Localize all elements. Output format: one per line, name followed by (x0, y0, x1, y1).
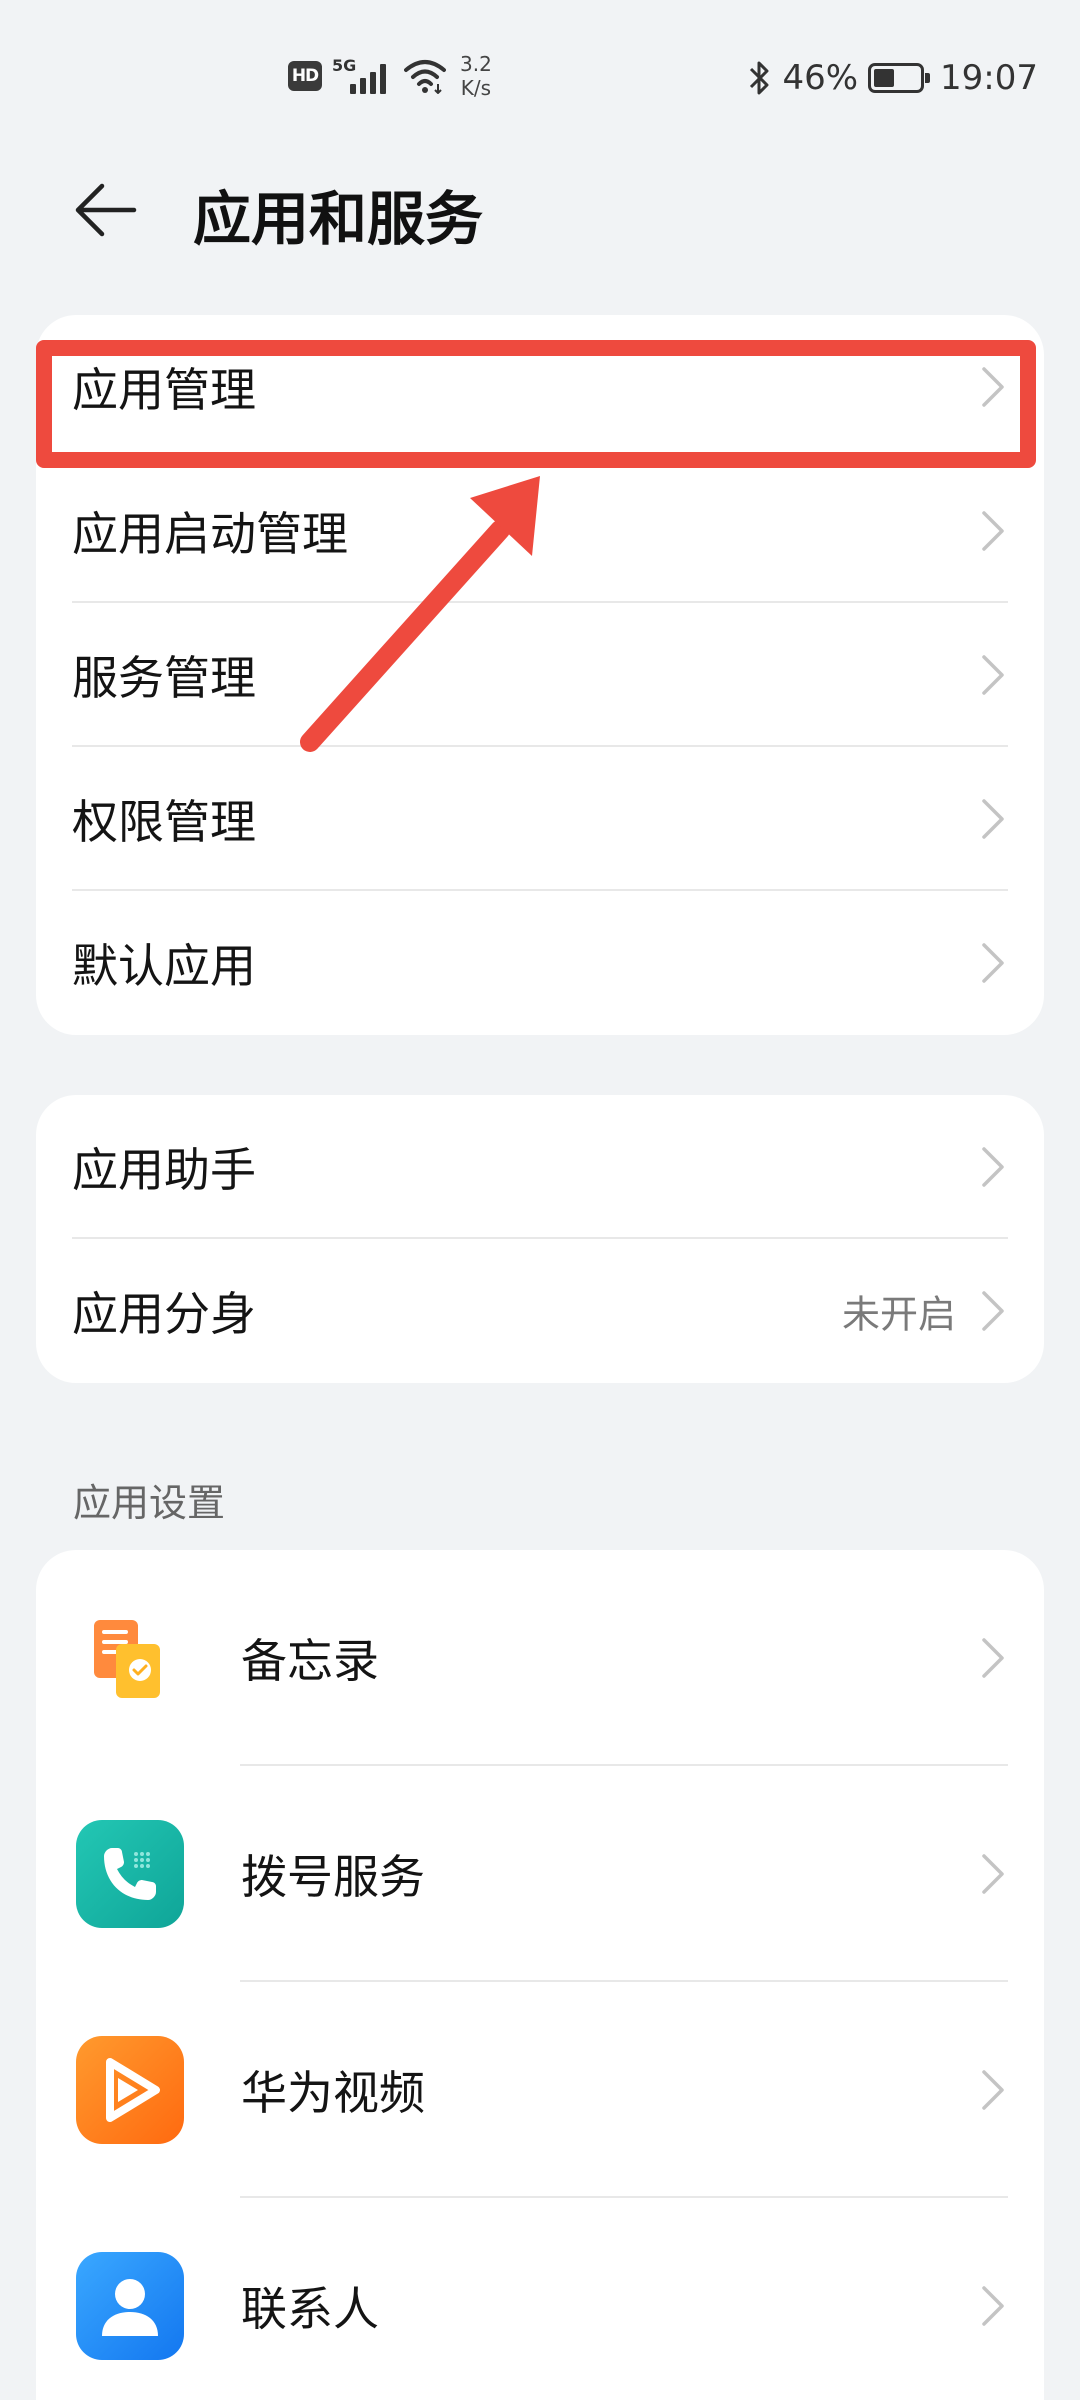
network-speed: 3.2 K/s (460, 52, 492, 100)
notepad-icon (76, 1604, 184, 1712)
chevron-right-icon (982, 1854, 1004, 1894)
header: 应用和服务 (0, 150, 1080, 270)
menu-item-app-twin[interactable]: 应用分身 未开启 (36, 1239, 1044, 1383)
app-management-card: 应用管理 应用启动管理 服务管理 权限管理 默认应用 (36, 315, 1044, 1035)
menu-item-app-management[interactable]: 应用管理 (36, 315, 1044, 459)
menu-item-label: 服务管理 (72, 651, 256, 705)
status-right: 46% 19:07 (748, 58, 1038, 98)
chevron-right-icon (982, 655, 1004, 695)
menu-item-default-apps[interactable]: 默认应用 (36, 891, 1044, 1035)
chevron-right-icon (982, 2070, 1004, 2110)
chevron-right-icon (982, 799, 1004, 839)
app-item-label: 备忘录 (241, 1634, 379, 1688)
phone-icon (76, 1820, 184, 1928)
chevron-right-icon (982, 367, 1004, 407)
signal-icon: 5G (332, 56, 394, 96)
app-item-notepad[interactable]: 备忘录 (36, 1550, 1044, 1766)
screen: HD 5G 3.2 K/s 46% 19:07 应用和服务 应用管理 应用启动管… (0, 0, 1080, 2400)
battery-percent: 46% (782, 58, 859, 98)
chevron-right-icon (982, 1291, 1004, 1331)
chevron-right-icon (982, 1147, 1004, 1187)
menu-item-label: 应用分身 (72, 1287, 256, 1341)
menu-item-app-assistant[interactable]: 应用助手 (36, 1095, 1044, 1239)
menu-item-label: 应用启动管理 (72, 507, 348, 561)
speed-value: 3.2 (460, 52, 492, 76)
menu-item-permission-management[interactable]: 权限管理 (36, 747, 1044, 891)
status-bar: HD 5G 3.2 K/s 46% 19:07 (0, 0, 1080, 160)
hd-icon: HD (288, 61, 322, 91)
page-title: 应用和服务 (193, 185, 484, 253)
app-item-contacts[interactable]: 联系人 (36, 2198, 1044, 2400)
app-assistant-card: 应用助手 应用分身 未开启 (36, 1095, 1044, 1383)
battery-fill (874, 69, 895, 87)
app-item-label: 联系人 (241, 2282, 379, 2336)
app-item-label: 拨号服务 (241, 1850, 425, 1904)
back-arrow-icon[interactable] (74, 178, 138, 242)
bluetooth-icon (750, 61, 769, 95)
chevron-right-icon (982, 1638, 1004, 1678)
menu-item-service-management[interactable]: 服务管理 (36, 603, 1044, 747)
chevron-right-icon (982, 511, 1004, 551)
status-left: HD 5G 3.2 K/s (288, 52, 492, 100)
menu-item-app-launch-management[interactable]: 应用启动管理 (36, 459, 1044, 603)
clock: 19:07 (940, 58, 1038, 98)
app-item-huawei-video[interactable]: 华为视频 (36, 1982, 1044, 2198)
menu-item-label: 应用管理 (72, 363, 256, 417)
app-item-label: 华为视频 (241, 2066, 425, 2120)
app-settings-card: 备忘录 拨号服务 华为视频 联系人 (36, 1550, 1044, 2400)
app-item-dialer-service[interactable]: 拨号服务 (36, 1766, 1044, 1982)
menu-item-label: 默认应用 (72, 939, 256, 993)
menu-item-label: 应用助手 (72, 1143, 256, 1197)
speed-unit: K/s (460, 76, 492, 100)
battery-icon (868, 63, 931, 93)
wifi-icon (404, 60, 446, 94)
menu-item-label: 权限管理 (72, 795, 256, 849)
contacts-icon (76, 2252, 184, 2360)
chevron-right-icon (982, 943, 1004, 983)
section-title-app-settings: 应用设置 (73, 1481, 226, 1525)
video-icon (76, 2036, 184, 2144)
chevron-right-icon (982, 2286, 1004, 2326)
app-twin-status: 未开启 (841, 1292, 956, 1337)
